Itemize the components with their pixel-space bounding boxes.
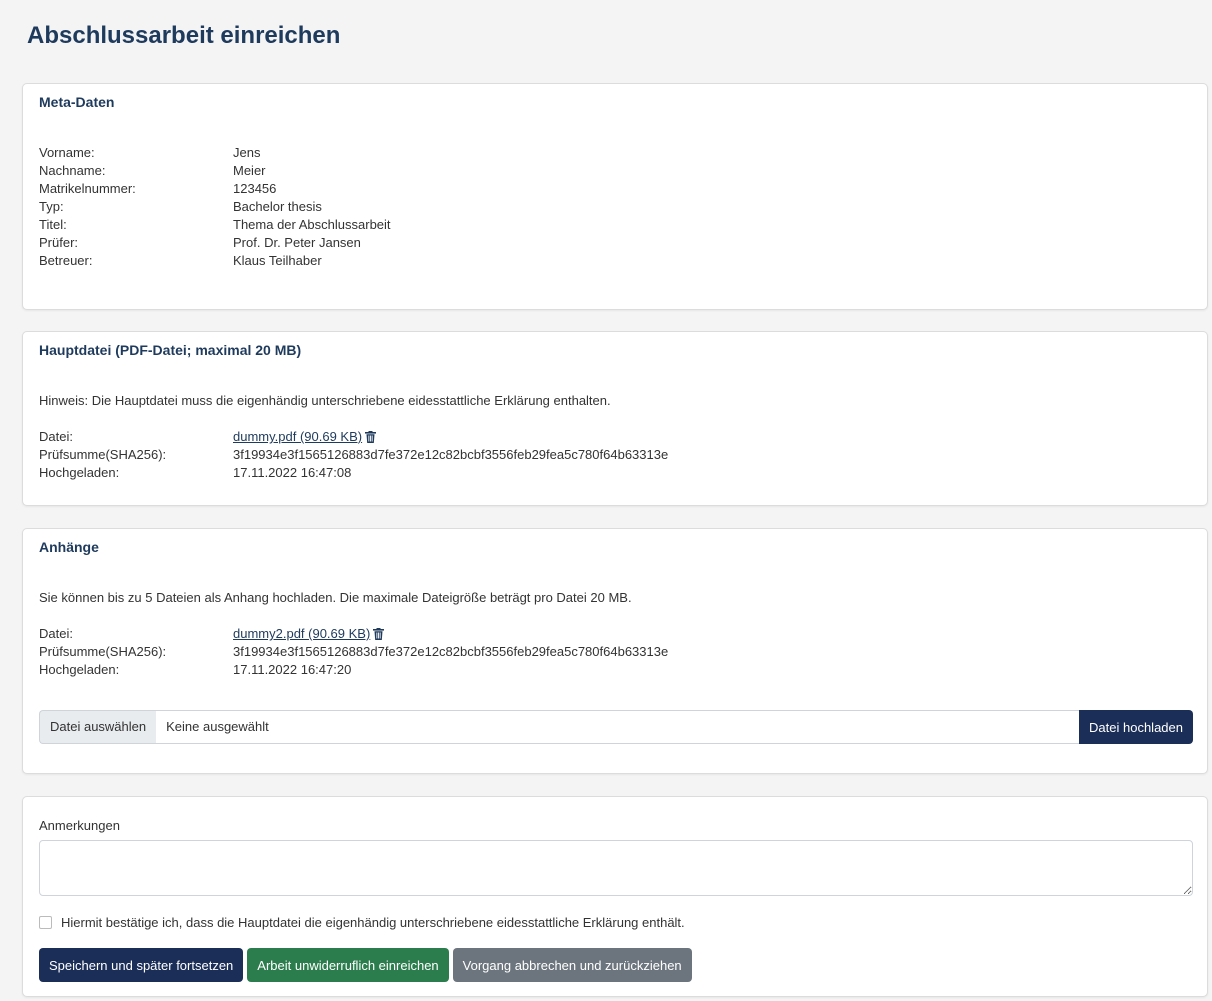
attachments-title: Anhänge [39,539,99,555]
main-file-note: Hinweis: Die Hauptdatei muss die eigenhä… [39,393,611,408]
upload-file-button[interactable]: Datei hochladen [1079,710,1193,744]
attachment-checksum-row: Prüfsumme(SHA256): 3f19934e3f1565126883d… [39,643,668,661]
uploaded-value: 17.11.2022 16:47:20 [233,662,352,677]
main-file-title: Hauptdatei (PDF-Datei; maximal 20 MB) [39,342,302,358]
meta-row-firstname: Vorname: Jens [39,144,391,162]
attachment-uploaded-row: Hochgeladen: 17.11.2022 16:47:20 [39,661,668,679]
choose-file-button[interactable]: Datei auswählen [39,710,157,744]
file-value: dummy2.pdf (90.69 KB) [233,625,385,643]
confirm-checkbox[interactable] [39,916,52,929]
meta-label: Typ: [39,199,64,214]
meta-value: Bachelor thesis [233,199,322,214]
submit-thesis-button[interactable]: Arbeit unwiderruflich einreichen [247,948,449,982]
attachments-note: Sie können bis zu 5 Dateien als Anhang h… [39,590,632,605]
page-title: Abschlussarbeit einreichen [27,22,341,49]
meta-value: Thema der Abschlussarbeit [233,217,391,232]
file-upload-group: Datei auswählen Keine ausgewählt Datei h… [39,710,1193,744]
cancel-withdraw-button[interactable]: Vorgang abbrechen und zurückziehen [452,948,692,982]
checksum-value: 3f19934e3f1565126883d7fe372e12c82bcbf355… [233,644,669,659]
action-buttons: Speichern und später fortsetzen Arbeit u… [39,948,692,982]
main-file-download-link[interactable]: dummy.pdf (90.69 KB) [233,429,362,444]
checksum-label: Prüfsumme(SHA256): [39,447,167,462]
main-file-row: Datei: dummy.pdf (90.69 KB) [39,428,668,446]
file-label: Datei: [39,429,73,444]
confirm-declaration[interactable]: Hiermit bestätige ich, dass die Hauptdat… [39,915,685,930]
attachment-file-row: Datei: dummy2.pdf (90.69 KB) [39,625,668,643]
meta-value: Jens [233,145,261,160]
file-value: dummy.pdf (90.69 KB) [233,428,377,446]
meta-row-matriculation: Matrikelnummer: 123456 [39,180,391,198]
meta-label: Betreuer: [39,253,93,268]
meta-row-type: Typ: Bachelor thesis [39,198,391,216]
meta-label: Titel: [39,217,67,232]
remarks-label: Anmerkungen [39,818,120,833]
meta-label: Vorname: [39,145,95,160]
uploaded-label: Hochgeladen: [39,662,120,677]
meta-row-supervisor: Betreuer: Klaus Teilhaber [39,252,391,270]
selected-file-name[interactable]: Keine ausgewählt [156,710,1080,744]
meta-data-title: Meta-Daten [39,94,115,110]
meta-label: Prüfer: [39,235,79,250]
meta-row-lastname: Nachname: Meier [39,162,391,180]
uploaded-value: 17.11.2022 16:47:08 [233,465,352,480]
meta-row-title: Titel: Thema der Abschlussarbeit [39,216,391,234]
page: Abschlussarbeit einreichen Meta-Daten Vo… [0,0,1212,1001]
meta-value: Klaus Teilhaber [233,253,322,268]
uploaded-label: Hochgeladen: [39,465,120,480]
checksum-label: Prüfsumme(SHA256): [39,644,167,659]
attachments-card: Anhänge Sie können bis zu 5 Dateien als … [22,528,1208,774]
main-file-details: Datei: dummy.pdf (90.69 KB) Prüfsumme(SH… [39,428,668,482]
meta-label: Matrikelnummer: [39,181,136,196]
main-uploaded-row: Hochgeladen: 17.11.2022 16:47:08 [39,464,668,482]
confirm-text: Hiermit bestätige ich, dass die Hauptdat… [61,915,685,930]
meta-data-list: Vorname: Jens Nachname: Meier Matrikelnu… [39,144,391,270]
meta-label: Nachname: [39,163,106,178]
remarks-textarea[interactable] [39,840,1193,896]
file-label: Datei: [39,626,73,641]
meta-value: Prof. Dr. Peter Jansen [233,235,361,250]
meta-row-examiner: Prüfer: Prof. Dr. Peter Jansen [39,234,391,252]
meta-value: 123456 [233,181,277,196]
remarks-card: Anmerkungen Hiermit bestätige ich, dass … [22,796,1208,997]
attachment-details: Datei: dummy2.pdf (90.69 KB) Prüfsumme(S… [39,625,668,679]
main-checksum-row: Prüfsumme(SHA256): 3f19934e3f1565126883d… [39,446,668,464]
meta-value: Meier [233,163,266,178]
checksum-value: 3f19934e3f1565126883d7fe372e12c82bcbf355… [233,447,669,462]
save-continue-later-button[interactable]: Speichern und später fortsetzen [39,948,244,982]
main-file-card: Hauptdatei (PDF-Datei; maximal 20 MB) Hi… [22,331,1208,506]
attachment-download-link[interactable]: dummy2.pdf (90.69 KB) [233,626,370,641]
meta-data-card: Meta-Daten Vorname: Jens Nachname: Meier… [22,83,1208,310]
